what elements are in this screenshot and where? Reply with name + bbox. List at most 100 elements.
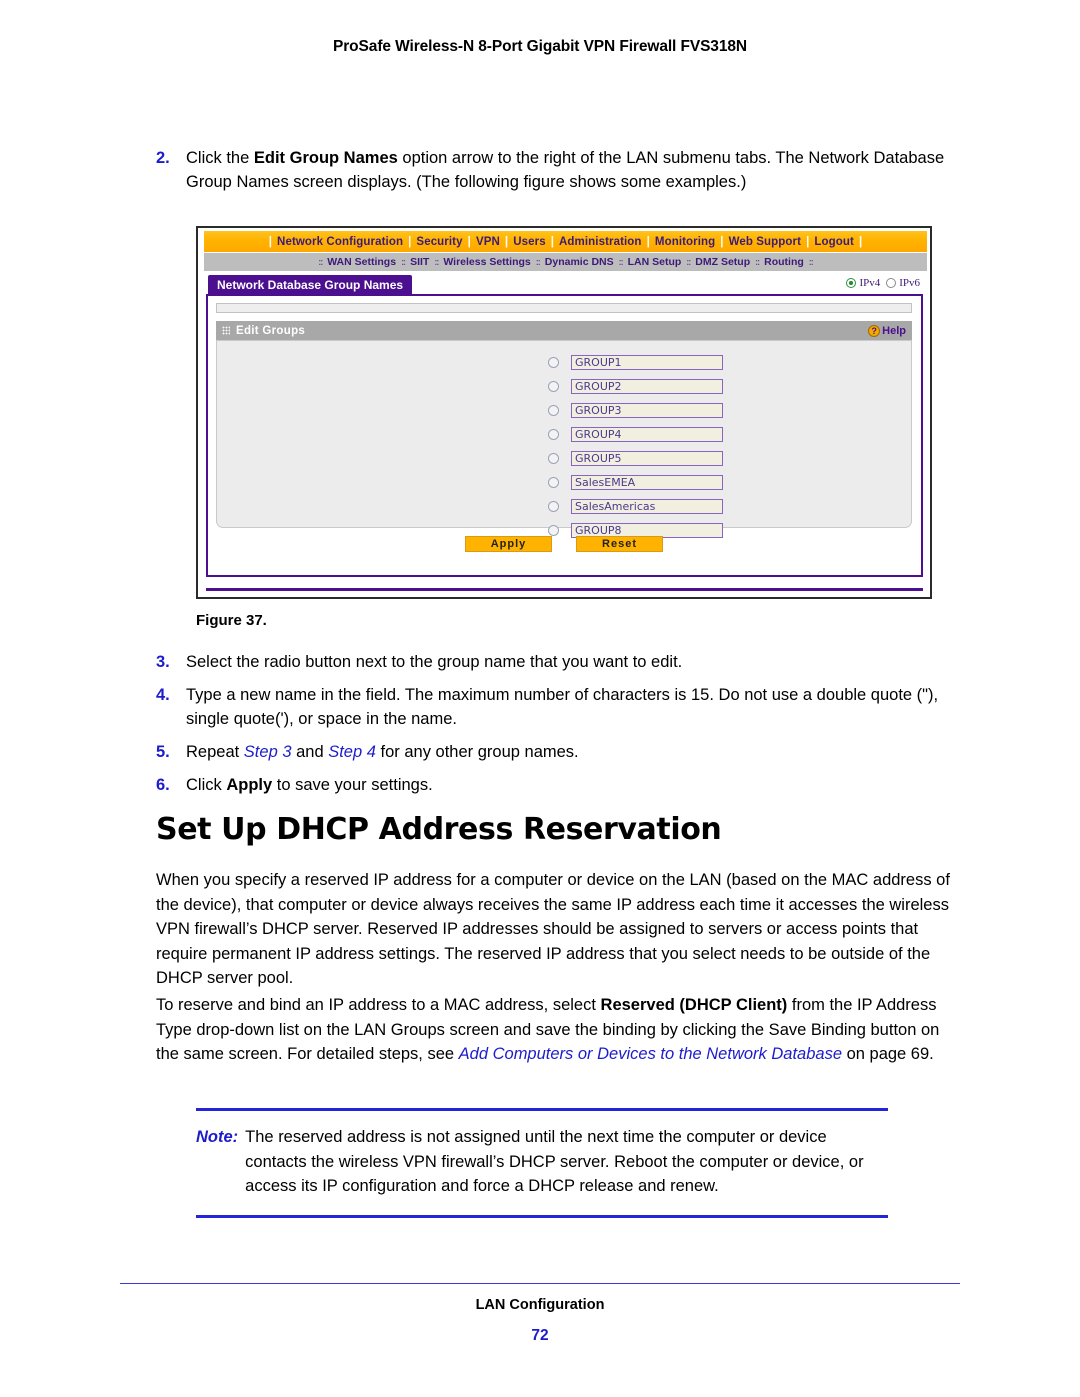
- nav-item-security[interactable]: Security: [415, 236, 463, 248]
- step-number: 2.: [156, 149, 170, 167]
- note-box: Note: The reserved address is not assign…: [196, 1108, 888, 1218]
- nav-item-administration[interactable]: Administration: [558, 236, 643, 248]
- reset-button[interactable]: Reset: [576, 536, 663, 552]
- group-radio-3[interactable]: [548, 404, 559, 416]
- group-radio-7[interactable]: [548, 500, 559, 512]
- nav-item-logout[interactable]: Logout: [813, 236, 855, 248]
- submenu-separator: ::: [401, 257, 406, 267]
- radio-ipv4-label: IPv4: [859, 277, 881, 289]
- submenu-item-lan-setup[interactable]: LAN Setup: [625, 256, 685, 268]
- group-name-input-7[interactable]: SalesAmericas: [571, 498, 723, 514]
- figure-caption: Figure 37.: [196, 612, 267, 629]
- step-text-middle: and: [291, 743, 329, 761]
- help-link[interactable]: ? Help: [868, 324, 906, 337]
- list-item: 5. Repeat Step 3 and Step 4 for any othe…: [156, 740, 956, 764]
- step-number: 5.: [156, 743, 170, 761]
- group-radio-4[interactable]: [548, 428, 559, 440]
- submenu-item-siit[interactable]: SIIT: [407, 256, 432, 268]
- cross-reference-add-computers[interactable]: Add Computers or Devices to the Network …: [459, 1045, 842, 1063]
- running-header: ProSafe Wireless-N 8-Port Gigabit VPN Fi…: [333, 38, 747, 55]
- step-number: 4.: [156, 686, 170, 704]
- nav-separator: |: [408, 235, 412, 248]
- nav-separator: |: [646, 235, 650, 248]
- body-paragraph-1: When you specify a reserved IP address f…: [156, 871, 950, 987]
- step-text-bold: Edit Group Names: [253, 149, 398, 167]
- step-text: Click the Edit Group Names option arrow …: [186, 146, 956, 194]
- footer-page-number: 72: [531, 1327, 549, 1344]
- note-text: The reserved address is not assigned unt…: [245, 1128, 864, 1195]
- ip-stack-selector[interactable]: IPv4 IPv6: [846, 277, 920, 289]
- submenu-item-wan-settings[interactable]: WAN Settings: [324, 256, 399, 268]
- group-radio-6[interactable]: [548, 476, 559, 488]
- cross-reference-step-4[interactable]: Step 4: [328, 743, 376, 761]
- submenu-separator: ::: [686, 257, 691, 267]
- submenu-separator: ::: [318, 257, 323, 267]
- step-text: Repeat Step 3 and Step 4 for any other g…: [186, 740, 956, 764]
- page-title: Set Up DHCP Address Reservation: [156, 812, 722, 847]
- nav-separator: |: [858, 235, 863, 248]
- nav-item-network-configuration[interactable]: Network Configuration: [276, 236, 404, 248]
- group-name-input-2[interactable]: GROUP2: [571, 378, 723, 394]
- group-radio-1[interactable]: [548, 356, 559, 368]
- submenu-item-wireless-settings[interactable]: Wireless Settings: [440, 256, 533, 268]
- section-header-edit-groups: Edit Groups ? Help: [216, 321, 912, 340]
- list-item: GROUP3: [548, 400, 723, 420]
- step-text-bold: Apply: [226, 776, 273, 794]
- nav-item-monitoring[interactable]: Monitoring: [654, 236, 716, 248]
- submenu-separator: ::: [808, 257, 814, 267]
- main-navigation-bar[interactable]: | Network Configuration | Security | VPN…: [204, 231, 927, 252]
- step-text: Click Apply to save your settings.: [186, 773, 956, 797]
- radio-ipv4[interactable]: IPv4: [846, 277, 880, 289]
- nav-separator: |: [550, 235, 555, 248]
- submenu-item-dynamic-dns[interactable]: Dynamic DNS: [542, 256, 617, 268]
- content-frame: Edit Groups ? Help GROUP1 GROUP2 GROUP3 …: [206, 294, 923, 577]
- group-name-input-5[interactable]: GROUP5: [571, 450, 723, 466]
- note-content: Note: The reserved address is not assign…: [196, 1125, 888, 1199]
- step-text: Select the radio button next to the grou…: [186, 653, 683, 671]
- group-name-input-6[interactable]: SalesEMEA: [571, 474, 723, 490]
- step-number: 6.: [156, 776, 170, 794]
- page-tab-network-database-group-names[interactable]: Network Database Group Names: [208, 275, 413, 294]
- list-item: 4. Type a new name in the field. The max…: [156, 683, 956, 731]
- step-text: Type a new name in the field. The maximu…: [186, 686, 939, 728]
- group-name-input-4[interactable]: GROUP4: [571, 426, 723, 442]
- list-item: 3. Select the radio button next to the g…: [156, 650, 956, 674]
- breadcrumb-strip: [216, 303, 912, 313]
- step-text-suffix: for any other group names.: [375, 743, 579, 761]
- nav-separator: |: [720, 235, 724, 248]
- list-item: 6. Click Apply to save your settings.: [156, 773, 956, 797]
- nav-item-vpn[interactable]: VPN: [475, 236, 501, 248]
- step-text-prefix: Repeat: [186, 743, 244, 761]
- list-item: GROUP1: [548, 352, 723, 372]
- list-item: GROUP5: [548, 448, 723, 468]
- group-radio-8[interactable]: [548, 524, 559, 536]
- section-title: Edit Groups: [236, 324, 306, 337]
- submenu-item-routing[interactable]: Routing: [761, 256, 807, 268]
- submenu-navigation-bar[interactable]: :: WAN Settings :: SIIT :: Wireless Sett…: [204, 253, 927, 271]
- step-2-block: 2. Click the Edit Group Names option arr…: [156, 146, 956, 203]
- submenu-separator: ::: [535, 257, 541, 267]
- grip-handle-icon: [222, 326, 230, 335]
- edit-groups-panel: GROUP1 GROUP2 GROUP3 GROUP4 GROUP5 Sales…: [216, 340, 912, 538]
- submenu-separator: ::: [618, 257, 624, 267]
- apply-button[interactable]: Apply: [465, 536, 552, 552]
- submenu-item-dmz-setup[interactable]: DMZ Setup: [692, 256, 753, 268]
- cross-reference-step-3[interactable]: Step 3: [244, 743, 292, 761]
- group-name-input-1[interactable]: GROUP1: [571, 354, 723, 370]
- submenu-separator: ::: [755, 257, 760, 267]
- footer-divider: [120, 1283, 960, 1284]
- help-label: Help: [882, 324, 906, 337]
- radio-ipv6-icon[interactable]: [886, 278, 897, 288]
- group-radio-2[interactable]: [548, 380, 559, 392]
- nav-separator: |: [268, 235, 273, 248]
- group-radio-5[interactable]: [548, 452, 559, 464]
- nav-item-users[interactable]: Users: [512, 236, 546, 248]
- group-name-input-3[interactable]: GROUP3: [571, 402, 723, 418]
- nav-item-web-support[interactable]: Web Support: [728, 236, 802, 248]
- radio-ipv4-icon[interactable]: [846, 278, 857, 288]
- firewall-web-ui: | Network Configuration | Security | VPN…: [198, 228, 930, 597]
- group-rows: GROUP1 GROUP2 GROUP3 GROUP4 GROUP5 Sales…: [548, 352, 723, 544]
- step-number: 3.: [156, 653, 170, 671]
- radio-ipv6[interactable]: IPv6: [886, 277, 920, 289]
- list-item: GROUP2: [548, 376, 723, 396]
